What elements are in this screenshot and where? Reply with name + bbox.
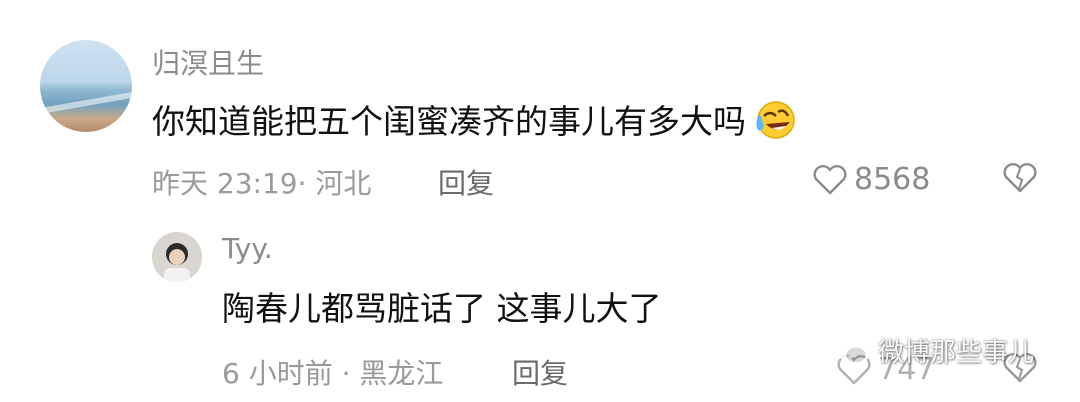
comment-item: 归溟且生 你知道能把五个闺蜜凑齐的事儿有多大吗 昨天 23:19· 河北 回复 … bbox=[0, 0, 1080, 212]
like-count: 8568 bbox=[854, 162, 931, 197]
dislike-button[interactable] bbox=[1002, 162, 1038, 198]
reply-text: 陶春儿都骂脏话了 这事儿大了 bbox=[222, 289, 662, 328]
reply-reply-button[interactable]: 回复 bbox=[512, 352, 568, 392]
watermark: 微博那些事儿 bbox=[830, 332, 1034, 369]
watermark-text: 微博那些事儿 bbox=[878, 338, 1035, 368]
reply-avatar-image bbox=[152, 232, 202, 282]
comment-text-content: 你知道能把五个闺蜜凑齐的事儿有多大吗 bbox=[152, 102, 746, 141]
wechat-logo-icon bbox=[830, 336, 869, 365]
like-button[interactable]: 8568 bbox=[812, 162, 930, 197]
heart-icon bbox=[813, 164, 847, 194]
comment-username[interactable]: 归溟且生 bbox=[152, 42, 264, 82]
reply-button[interactable]: 回复 bbox=[438, 162, 494, 202]
reply-item: Tyy. 陶春儿都骂脏话了 这事儿大了 6 小时前 · 黑龙江 回复 747 bbox=[0, 212, 1080, 402]
reply-username[interactable]: Tyy. bbox=[222, 232, 273, 265]
reply-meta: 6 小时前 · 黑龙江 bbox=[222, 357, 444, 390]
avatar-wave-decoration bbox=[40, 91, 132, 115]
broken-heart-icon bbox=[1003, 163, 1037, 193]
avatar[interactable] bbox=[40, 40, 132, 132]
comment-meta: 昨天 23:19· 河北 bbox=[152, 167, 372, 200]
reply-avatar[interactable] bbox=[152, 232, 202, 282]
comment-text: 你知道能把五个闺蜜凑齐的事儿有多大吗 bbox=[152, 95, 796, 150]
rolling-laughing-emoji-icon bbox=[752, 98, 796, 150]
